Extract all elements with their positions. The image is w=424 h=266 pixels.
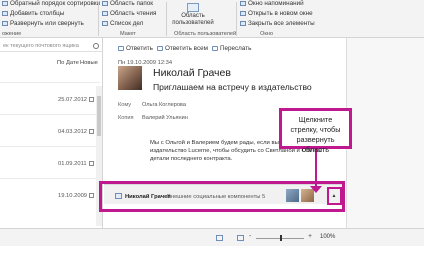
- flag-icon[interactable]: [89, 97, 94, 102]
- expand-icon: [2, 21, 8, 26]
- row-divider: [0, 114, 100, 115]
- mail-date: 19.10.2009: [58, 193, 88, 199]
- ribbon-group-label: Область пользователей: [174, 31, 237, 37]
- mail-date: 25.07.2012: [58, 97, 88, 103]
- reply-button[interactable]: Ответить: [118, 45, 153, 52]
- sort-by-date-header[interactable]: По Дате: [57, 60, 79, 66]
- columns-icon: [2, 11, 8, 16]
- highlight-frame: [99, 181, 345, 212]
- to-recipient[interactable]: Ольга Коглерова: [142, 102, 186, 108]
- normal-view-icon[interactable]: [216, 235, 223, 241]
- todo-bar-button[interactable]: Список дел: [102, 20, 143, 27]
- right-gutter: [346, 38, 424, 228]
- reverse-sort-button[interactable]: Обратный порядок сортировки: [2, 0, 100, 7]
- row-divider: [0, 82, 100, 83]
- reply-all-icon: [157, 46, 163, 51]
- ribbon-divider: [98, 2, 99, 36]
- callout-pointer: [315, 149, 317, 189]
- sort-icon: [2, 1, 8, 6]
- sender-name[interactable]: Николай Грачев: [153, 67, 231, 79]
- zoom-level[interactable]: 100%: [320, 234, 335, 240]
- reminders-window-button[interactable]: Окно напоминаний: [240, 0, 304, 7]
- people-pane-button[interactable]: Область пользователей: [170, 3, 216, 31]
- mail-date: 01.09.2011: [58, 161, 87, 167]
- scrollbar-thumb[interactable]: [97, 96, 101, 136]
- ribbon-divider: [166, 2, 167, 36]
- zoom-slider-thumb[interactable]: [280, 235, 282, 241]
- status-bar: - + 100%: [0, 228, 424, 246]
- ribbon-group-label: ожение: [2, 31, 22, 37]
- reply-all-button[interactable]: Ответить всем: [157, 45, 208, 52]
- cc-label: Копия: [118, 115, 134, 121]
- reply-icon: [118, 46, 124, 51]
- row-divider: [0, 146, 100, 147]
- reading-view-icon[interactable]: [237, 235, 244, 241]
- bottom-margin: [0, 246, 424, 266]
- zoom-out-button[interactable]: -: [249, 233, 251, 240]
- ribbon-group-label: Окно: [260, 31, 273, 37]
- to-label: Кому: [118, 102, 132, 108]
- search-input[interactable]: ек текущего почтового ящика: [0, 42, 103, 52]
- search-icon[interactable]: [93, 43, 99, 49]
- close-all-icon: [240, 21, 246, 26]
- callout-box: Щелкните стрелку, чтобы развернуть облас…: [279, 108, 352, 154]
- sender-avatar[interactable]: [118, 66, 142, 90]
- arrow-highlight-frame: [327, 187, 342, 205]
- ribbon-group-label: Макет: [120, 31, 136, 37]
- cc-recipient[interactable]: Валерий Ульянин: [142, 115, 188, 121]
- new-window-icon: [240, 11, 246, 16]
- reading-pane-icon: [102, 11, 108, 16]
- expand-collapse-button[interactable]: Развернуть или свернуть: [2, 20, 84, 27]
- flag-icon[interactable]: [89, 193, 94, 198]
- people-pane-icon: [187, 3, 199, 12]
- flag-icon[interactable]: [89, 129, 94, 134]
- forward-button[interactable]: Переслать: [212, 45, 251, 52]
- folder-pane-button[interactable]: Область папок: [102, 0, 153, 7]
- bell-icon: [240, 1, 246, 6]
- zoom-in-button[interactable]: +: [308, 233, 312, 240]
- forward-icon: [212, 46, 218, 51]
- message-subject: Приглашаем на встречу в издательство: [153, 82, 312, 92]
- todo-icon: [102, 21, 108, 26]
- mail-date: 04.03.2012: [58, 129, 88, 135]
- callout-arrowhead: [310, 186, 322, 193]
- add-columns-button[interactable]: Добавить столбцы: [2, 10, 64, 17]
- ribbon: Обратный порядок сортировки Добавить сто…: [0, 0, 424, 38]
- close-all-items-button[interactable]: Закрыть все элементы: [240, 20, 315, 27]
- row-divider: [0, 178, 100, 179]
- mail-list-pane: ек текущего почтового ящика По Дате Новы…: [0, 38, 103, 228]
- folder-pane-icon: [102, 1, 108, 6]
- flag-icon[interactable]: [89, 161, 94, 166]
- open-new-window-button[interactable]: Открыть в новом окне: [240, 10, 313, 17]
- reading-pane-button[interactable]: Область чтения: [102, 10, 156, 17]
- new-items-header[interactable]: Новые: [80, 60, 98, 66]
- ribbon-divider: [236, 2, 237, 36]
